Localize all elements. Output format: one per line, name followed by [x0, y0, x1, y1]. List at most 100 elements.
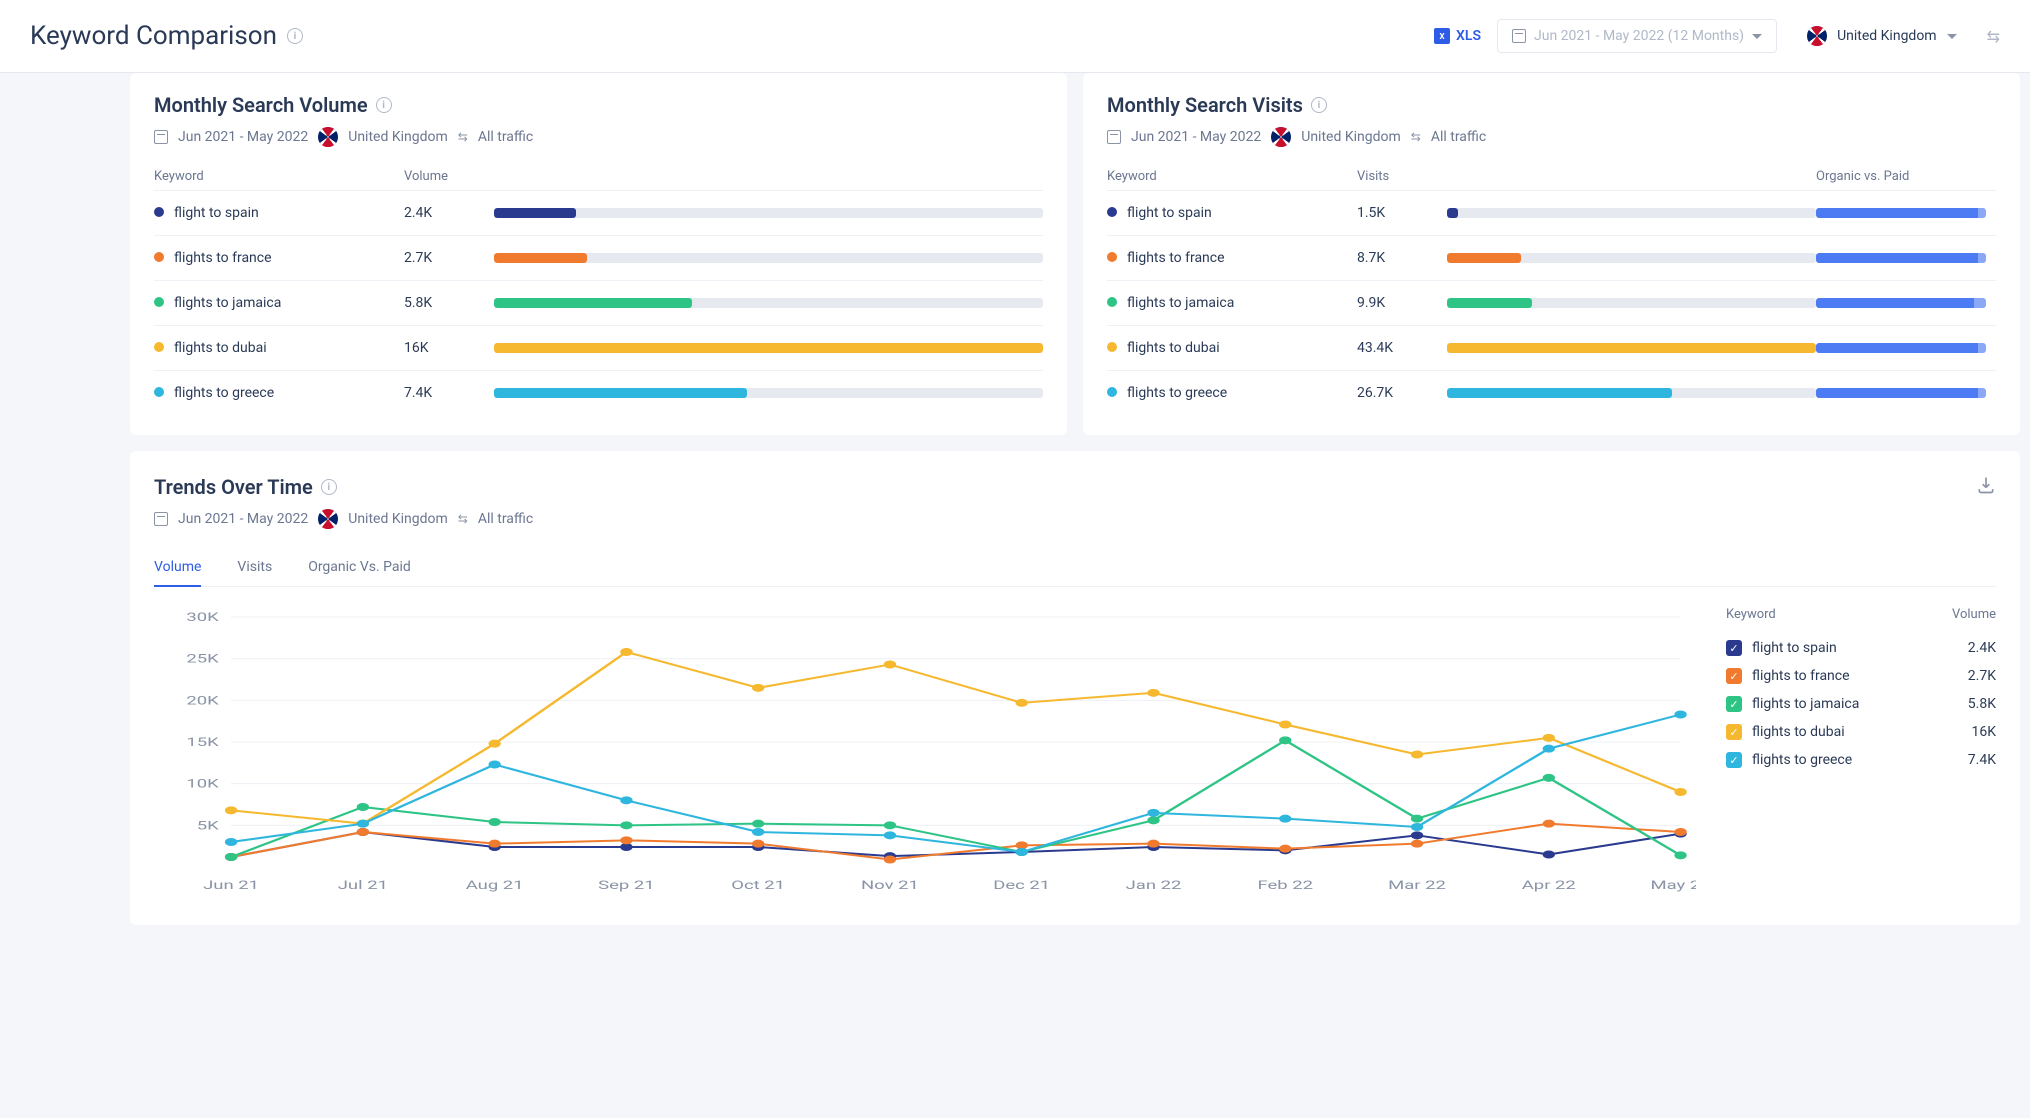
country-text: United Kingdom	[348, 129, 448, 145]
legend-item[interactable]: ✓flights to greece7.4K	[1726, 746, 1996, 774]
info-icon[interactable]: i	[1311, 97, 1327, 113]
col-organic: Organic vs. Paid	[1816, 169, 1996, 184]
checkbox-icon: ✓	[1726, 724, 1742, 740]
bar-fill	[494, 388, 747, 398]
bar-cell	[494, 298, 1043, 308]
col-keyword: Keyword	[154, 169, 404, 184]
organic-bar	[1816, 253, 1986, 263]
paid-segment	[1978, 253, 1987, 263]
col-bar	[1447, 169, 1816, 184]
color-dot	[154, 297, 164, 307]
tab-visits[interactable]: Visits	[237, 549, 272, 586]
svg-text:Sep 21: Sep 21	[598, 878, 655, 892]
bar-cell	[494, 388, 1043, 398]
chart-wrap: 30K25K20K15K10K5KJun 21Jul 21Aug 21Sep 2…	[154, 607, 1996, 901]
chevron-down-icon	[1752, 34, 1762, 39]
color-dot	[154, 252, 164, 262]
value-cell: 16K	[404, 340, 494, 356]
keyword-text: flights to france	[1127, 250, 1225, 266]
svg-text:20K: 20K	[186, 694, 219, 708]
bar-fill	[1447, 253, 1521, 263]
volume-rows: flight to spain 2.4K flights to france 2…	[154, 190, 1043, 415]
uk-flag-icon	[1807, 26, 1827, 46]
legend-value: 16K	[1971, 724, 1996, 740]
svg-text:Dec 21: Dec 21	[993, 878, 1050, 892]
keyword-cell: flights to jamaica	[1107, 295, 1357, 311]
table-row: flights to jamaica 9.9K	[1107, 280, 1996, 325]
svg-text:30K: 30K	[186, 610, 219, 624]
checkbox-icon: ✓	[1726, 752, 1742, 768]
tab-organic-vs-paid[interactable]: Organic Vs. Paid	[308, 549, 411, 586]
bar-cell	[494, 253, 1043, 263]
download-icon[interactable]	[1976, 475, 1996, 495]
date-text: Jun 2021 - May 2022	[178, 511, 308, 527]
traffic-icon: ⇆	[458, 130, 468, 144]
value-cell: 8.7K	[1357, 250, 1447, 266]
page-title: Keyword Comparison	[30, 21, 277, 51]
keyword-cell: flight to spain	[154, 205, 404, 221]
keyword-cell: flights to dubai	[154, 340, 404, 356]
keyword-text: flight to spain	[1127, 205, 1212, 221]
svg-text:Jun 21: Jun 21	[203, 878, 259, 892]
organic-segment	[1816, 388, 1978, 398]
country-selector[interactable]: United Kingdom	[1793, 18, 1971, 54]
legend-rows: ✓flight to spain2.4K✓flights to france2.…	[1726, 634, 1996, 774]
svg-text:15K: 15K	[186, 735, 219, 749]
date-range-selector[interactable]: Jun 2021 - May 2022 (12 Months)	[1497, 19, 1777, 53]
legend-item[interactable]: ✓flight to spain2.4K	[1726, 634, 1996, 662]
export-xls-button[interactable]: X XLS	[1434, 28, 1481, 44]
info-icon[interactable]: i	[321, 479, 337, 495]
traffic-text: All traffic	[478, 129, 533, 145]
top-panels: Monthly Search Volume i Jun 2021 - May 2…	[130, 73, 2020, 435]
value-cell: 9.9K	[1357, 295, 1447, 311]
paid-segment	[1974, 298, 1986, 308]
svg-text:Nov 21: Nov 21	[861, 878, 919, 892]
keyword-text: flights to greece	[1127, 385, 1227, 401]
color-dot	[154, 207, 164, 217]
date-text: Jun 2021 - May 2022	[178, 129, 308, 145]
xls-label: XLS	[1456, 28, 1481, 44]
keyword-text: flights to dubai	[1127, 340, 1220, 356]
info-icon[interactable]: i	[376, 97, 392, 113]
legend-keyword: flight to spain	[1752, 640, 1968, 656]
bar-fill	[1447, 298, 1532, 308]
organic-bar	[1816, 388, 1986, 398]
xls-icon: X	[1434, 28, 1450, 44]
chart-legend: Keyword Volume ✓flight to spain2.4K✓flig…	[1726, 607, 1996, 901]
legend-head-kw: Keyword	[1726, 607, 1776, 622]
organic-segment	[1816, 298, 1974, 308]
bar-track	[1447, 298, 1816, 308]
legend-item[interactable]: ✓flights to france2.7K	[1726, 662, 1996, 690]
color-dot	[1107, 207, 1117, 217]
traffic-icon: ⇆	[1411, 130, 1421, 144]
legend-item[interactable]: ✓flights to jamaica5.8K	[1726, 690, 1996, 718]
chart-area: 30K25K20K15K10K5KJun 21Jul 21Aug 21Sep 2…	[154, 607, 1696, 901]
table-row: flights to greece 26.7K	[1107, 370, 1996, 415]
bar-track	[494, 343, 1043, 353]
panel-title-text: Monthly Search Visits	[1107, 93, 1303, 117]
organic-bar	[1816, 298, 1986, 308]
bar-fill	[494, 253, 587, 263]
legend-value: 5.8K	[1968, 696, 1996, 712]
legend-head: Keyword Volume	[1726, 607, 1996, 622]
uk-flag-icon	[318, 509, 338, 529]
color-dot	[154, 342, 164, 352]
panel-title-text: Monthly Search Volume	[154, 93, 368, 117]
legend-item[interactable]: ✓flights to dubai16K	[1726, 718, 1996, 746]
table-row: flights to dubai 16K	[154, 325, 1043, 370]
paid-segment	[1978, 388, 1987, 398]
checkbox-icon: ✓	[1726, 668, 1742, 684]
country-text: United Kingdom	[1301, 129, 1401, 145]
svg-text:Oct 21: Oct 21	[731, 878, 785, 892]
traffic-text: All traffic	[1431, 129, 1486, 145]
tab-volume[interactable]: Volume	[154, 549, 201, 587]
visits-panel-title: Monthly Search Visits i	[1107, 93, 1996, 117]
keyword-text: flight to spain	[174, 205, 259, 221]
volume-panel-title: Monthly Search Volume i	[154, 93, 1043, 117]
info-icon[interactable]: i	[287, 28, 303, 44]
value-cell: 1.5K	[1357, 205, 1447, 221]
uk-flag-icon	[318, 127, 338, 147]
compare-icon[interactable]: ⇆	[1987, 27, 2000, 46]
table-row: flights to jamaica 5.8K	[154, 280, 1043, 325]
table-row: flights to france 2.7K	[154, 235, 1043, 280]
